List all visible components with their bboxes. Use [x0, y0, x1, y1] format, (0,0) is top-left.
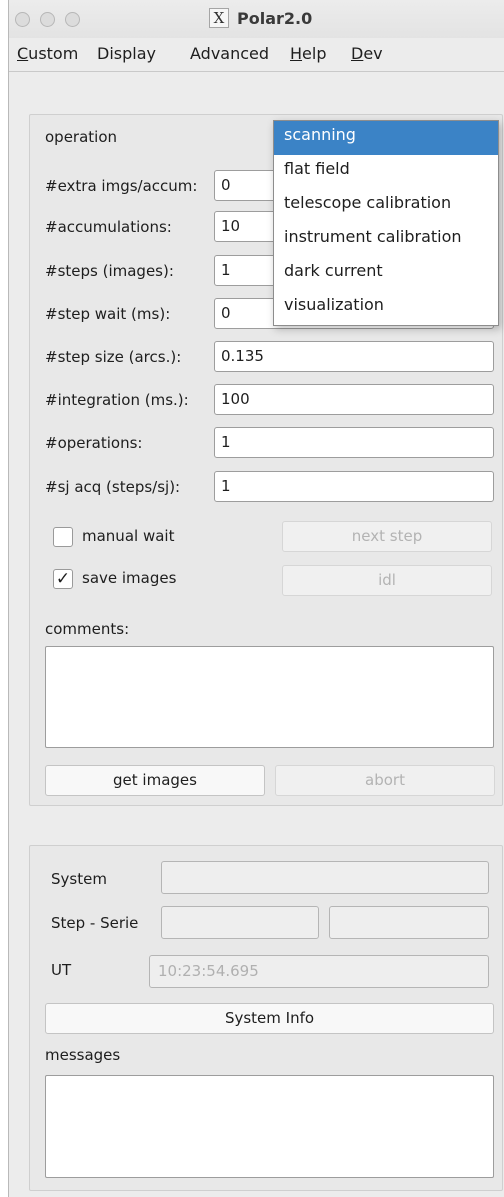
sj-acq-label: #sj acq (steps/sj): [45, 478, 181, 496]
abort-button[interactable]: abort [275, 765, 495, 796]
operation-option-visualization[interactable]: visualization [274, 291, 498, 325]
menu-help[interactable]: Help [290, 44, 326, 63]
step-size-field[interactable]: 0.135 [214, 341, 494, 372]
save-images-checkbox[interactable]: ✓ [53, 569, 73, 589]
integration-label: #integration (ms.): [45, 391, 189, 409]
integration-field[interactable]: 100 [214, 384, 494, 415]
menu-dev[interactable]: Dev [351, 44, 383, 63]
step-serie-label: Step - Serie [51, 914, 139, 932]
manual-wait-checkbox[interactable] [53, 527, 73, 547]
idl-button[interactable]: idl [282, 565, 492, 596]
menu-bar: Custom Display Advanced Help Dev [9, 38, 504, 72]
app-window: X Polar2.0 Custom Display Advanced Help … [8, 0, 504, 1197]
operations-field[interactable]: 1 [214, 427, 494, 458]
next-step-button[interactable]: next step [282, 521, 492, 552]
operation-option-flat-field[interactable]: flat field [274, 155, 498, 189]
system-info-button[interactable]: System Info [45, 1003, 494, 1034]
accumulations-label: #accumulations: [45, 218, 172, 236]
minimize-window-icon[interactable] [40, 12, 55, 27]
step-size-label: #step size (arcs.): [45, 348, 182, 366]
save-images-label: save images [82, 569, 177, 587]
x11-app-icon: X [209, 8, 229, 28]
operation-option-telescope-calibration[interactable]: telescope calibration [274, 189, 498, 223]
title-bar: X Polar2.0 [9, 0, 504, 38]
operations-label: #operations: [45, 434, 143, 452]
operation-option-dark-current[interactable]: dark current [274, 257, 498, 291]
get-images-button[interactable]: get images [45, 765, 265, 796]
operation-label: operation [45, 128, 118, 146]
messages-textarea[interactable] [45, 1075, 494, 1178]
operation-dropdown-list: scanning flat field telescope calibratio… [273, 120, 499, 326]
operation-option-instrument-calibration[interactable]: instrument calibration [274, 223, 498, 257]
messages-label: messages [45, 1046, 121, 1064]
sj-acq-field[interactable]: 1 [214, 471, 494, 502]
maximize-window-icon[interactable] [65, 12, 80, 27]
menu-display[interactable]: Display [97, 44, 156, 63]
steps-label: #steps (images): [45, 262, 174, 280]
window-title: Polar2.0 [237, 8, 313, 28]
comments-textarea[interactable] [45, 646, 494, 748]
manual-wait-label: manual wait [82, 527, 175, 545]
ut-label: UT [51, 961, 72, 979]
menu-advanced[interactable]: Advanced [190, 44, 269, 63]
system-label: System [51, 870, 107, 888]
comments-label: comments: [45, 620, 130, 638]
close-window-icon[interactable] [15, 12, 30, 27]
step-wait-label: #step wait (ms): [45, 305, 171, 323]
ut-field: 10:23:54.695 [149, 955, 489, 988]
step-field [161, 906, 319, 939]
operation-option-scanning[interactable]: scanning [274, 121, 498, 155]
serie-field [329, 906, 489, 939]
extra-imgs-label: #extra imgs/accum: [45, 177, 198, 195]
system-field [161, 861, 489, 894]
menu-custom[interactable]: Custom [17, 44, 78, 63]
